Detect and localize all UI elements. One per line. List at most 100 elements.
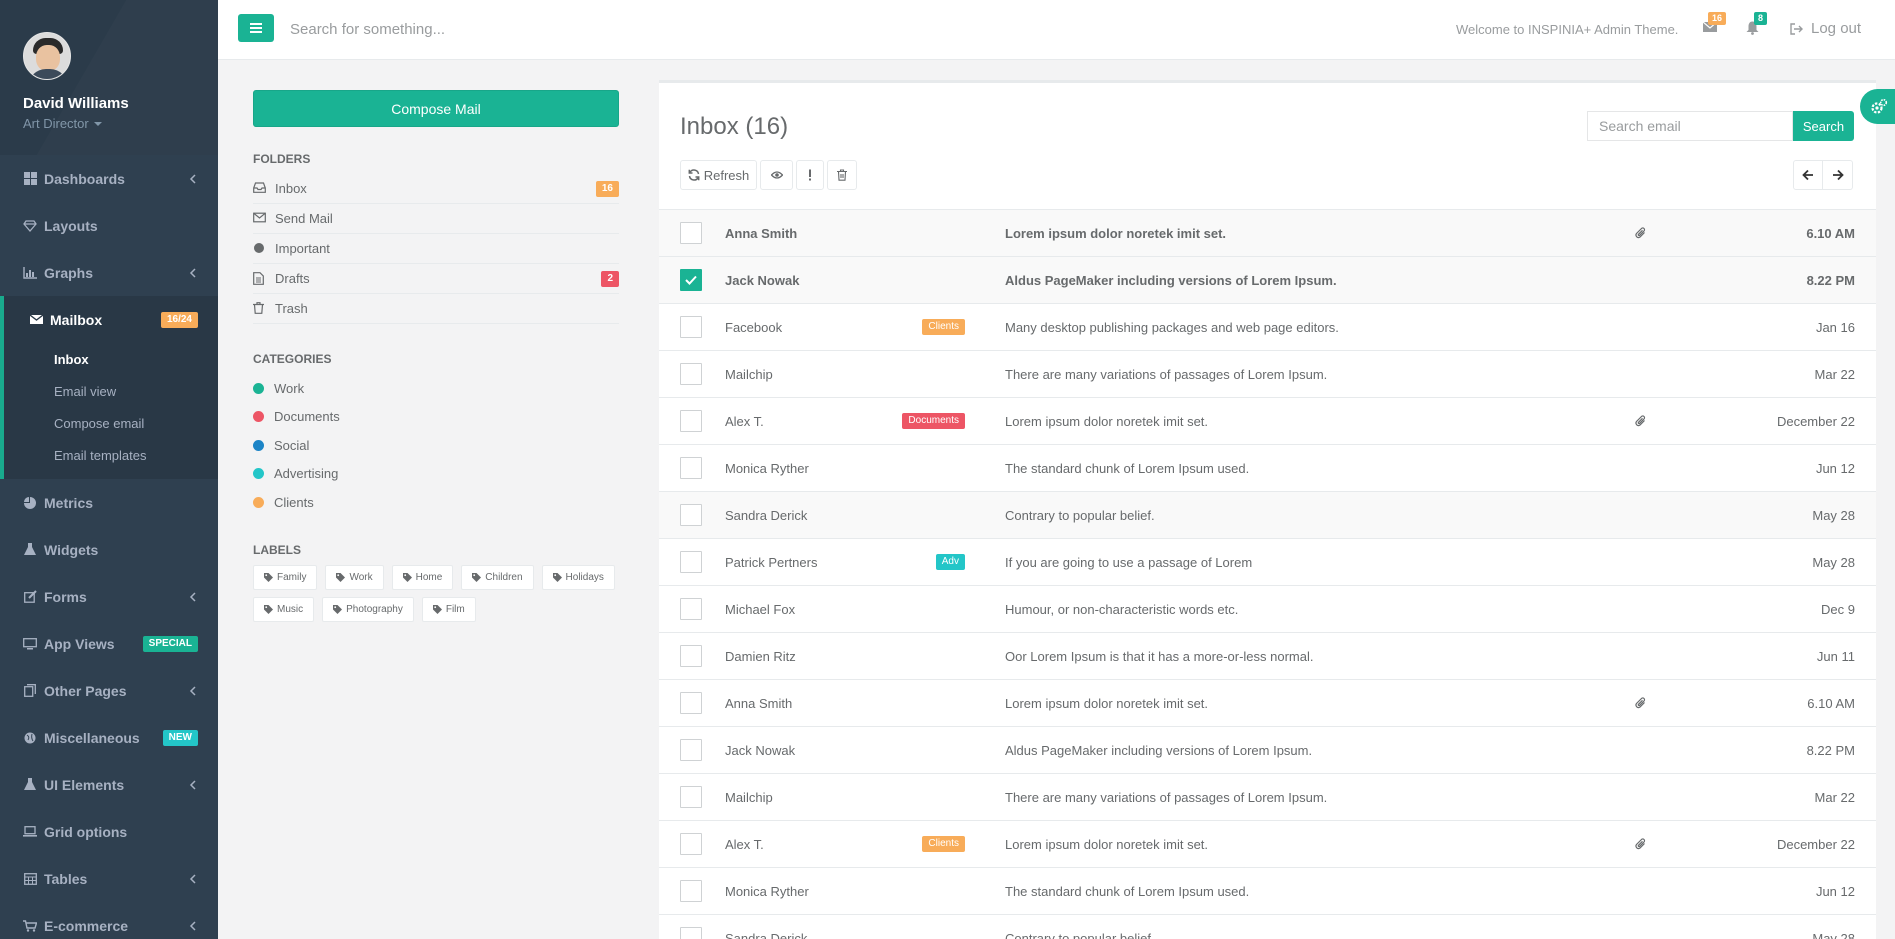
email-subject[interactable]: Aldus PageMaker including versions of Lo… [1005, 273, 1337, 288]
email-subject[interactable]: Lorem ipsum dolor noretek imit set. [1005, 414, 1208, 429]
top-search-input[interactable] [290, 16, 690, 42]
logout-link[interactable]: Log out [1790, 20, 1861, 37]
nav-item-mailbox[interactable]: Mailbox 16/24 [4, 296, 218, 343]
email-subject[interactable]: Contrary to popular belief. [1005, 508, 1155, 523]
email-row[interactable]: Monica Ryther The standard chunk of Lorem… [659, 445, 1876, 492]
folder-drafts[interactable]: Drafts 2 [253, 264, 619, 294]
email-select-checkbox[interactable] [680, 786, 702, 808]
nav-item-grid-options[interactable]: Grid options [0, 808, 218, 855]
toggle-sidebar-button[interactable] [238, 14, 274, 42]
email-select-checkbox[interactable] [680, 692, 702, 714]
folder-trash[interactable]: Trash [253, 294, 619, 324]
email-sender[interactable]: Jack Nowak [725, 743, 795, 758]
nav-item-layouts[interactable]: Layouts [0, 202, 218, 249]
email-row[interactable]: Alex T. Documents Lorem ipsum dolor norete… [659, 398, 1876, 445]
email-row[interactable]: Mailchip There are many variations of pas… [659, 774, 1876, 821]
email-subject[interactable]: Lorem ipsum dolor noretek imit set. [1005, 837, 1208, 852]
email-select-checkbox[interactable] [680, 222, 702, 244]
label-holidays[interactable]: Holidays [541, 564, 615, 590]
email-select-checkbox[interactable] [680, 927, 702, 939]
email-sender[interactable]: Alex T. [725, 414, 764, 429]
email-sender[interactable]: Anna Smith [725, 696, 792, 711]
email-sender[interactable]: Damien Ritz [725, 649, 796, 664]
label-children[interactable]: Children [461, 564, 534, 590]
email-subject[interactable]: If you are going to use a passage of Lor… [1005, 555, 1252, 570]
label-photography[interactable]: Photography [322, 596, 414, 622]
nav-item-graphs[interactable]: Graphs [0, 249, 218, 296]
email-sender[interactable]: Jack Nowak [725, 273, 799, 288]
email-subject[interactable]: Many desktop publishing packages and web… [1005, 320, 1339, 335]
email-subject[interactable]: The standard chunk of Lorem Ipsum used. [1005, 461, 1249, 476]
email-sender[interactable]: Michael Fox [725, 602, 795, 617]
profile-role-dropdown[interactable]: Art Director [23, 116, 218, 131]
email-row[interactable]: Mailchip There are many variations of pas… [659, 351, 1876, 398]
label-music[interactable]: Music [253, 596, 315, 622]
email-sender[interactable]: Monica Ryther [725, 884, 809, 899]
nav-item-metrics[interactable]: Metrics [0, 479, 218, 526]
nav-item-dashboards[interactable]: Dashboards [0, 155, 218, 202]
email-row[interactable]: Michael Fox Humour, or non-characteristic… [659, 586, 1876, 633]
email-row[interactable]: Patrick Pertners Adv If you are going to u… [659, 539, 1876, 586]
email-sender[interactable]: Mailchip [725, 367, 773, 382]
email-sender[interactable]: Sandra Derick [725, 508, 807, 523]
email-sender[interactable]: Patrick Pertners [725, 555, 817, 570]
category-social[interactable]: Social [253, 431, 619, 460]
nav-item-app-views[interactable]: App Views SPECIAL [0, 620, 218, 667]
nav-item-widgets[interactable]: Widgets [0, 526, 218, 573]
category-documents[interactable]: Documents [253, 403, 619, 432]
email-subject[interactable]: There are many variations of passages of… [1005, 790, 1327, 805]
submenu-item-compose-email[interactable]: Compose email [4, 407, 218, 439]
category-clients[interactable]: Clients [253, 488, 619, 517]
email-select-checkbox[interactable] [680, 833, 702, 855]
refresh-button[interactable]: Refresh [680, 160, 757, 190]
email-subject[interactable]: The standard chunk of Lorem Ipsum used. [1005, 884, 1249, 899]
email-sender[interactable]: Monica Ryther [725, 461, 809, 476]
email-sender[interactable]: Sandra Derick [725, 931, 807, 939]
email-search-button[interactable]: Search [1793, 111, 1854, 141]
label-work[interactable]: Work [325, 564, 384, 590]
folder-send-mail[interactable]: Send Mail [253, 204, 619, 234]
email-row[interactable]: Alex T. Clients Lorem ipsum dolor noretek … [659, 821, 1876, 868]
email-select-checkbox[interactable] [680, 880, 702, 902]
email-row[interactable]: Monica Ryther The standard chunk of Lorem… [659, 868, 1876, 915]
nav-item-tables[interactable]: Tables [0, 855, 218, 902]
email-row[interactable]: Anna Smith Lorem ipsum dolor noretek imit… [659, 210, 1876, 257]
email-select-checkbox[interactable] [680, 457, 702, 479]
email-row[interactable]: Damien Ritz Oor Lorem Ipsum is that it ha… [659, 633, 1876, 680]
delete-button[interactable] [827, 160, 857, 190]
submenu-item-email-templates[interactable]: Email templates [4, 439, 218, 471]
nav-item-other-pages[interactable]: Other Pages [0, 667, 218, 714]
mark-read-button[interactable] [760, 160, 793, 190]
email-select-checkbox[interactable] [680, 645, 702, 667]
prev-page-button[interactable] [1793, 160, 1823, 190]
avatar[interactable] [23, 32, 71, 80]
nav-item-forms[interactable]: Forms [0, 573, 218, 620]
email-select-checkbox[interactable] [680, 551, 702, 573]
nav-item-ecommerce[interactable]: E-commerce [0, 902, 218, 939]
label-home[interactable]: Home [391, 564, 454, 590]
submenu-item-inbox[interactable]: Inbox [4, 343, 218, 375]
email-subject[interactable]: Lorem ipsum dolor noretek imit set. [1005, 696, 1208, 711]
theme-settings-button[interactable] [1860, 89, 1895, 124]
email-subject[interactable]: There are many variations of passages of… [1005, 367, 1327, 382]
next-page-button[interactable] [1823, 160, 1853, 190]
email-select-checkbox[interactable] [680, 269, 702, 291]
submenu-item-email-view[interactable]: Email view [4, 375, 218, 407]
category-advertising[interactable]: Advertising [253, 460, 619, 489]
email-row[interactable]: Sandra Derick Contrary to popular belief.… [659, 915, 1876, 939]
folder-important[interactable]: Important [253, 234, 619, 264]
mark-important-button[interactable] [796, 160, 824, 190]
email-sender[interactable]: Mailchip [725, 790, 773, 805]
email-sender[interactable]: Facebook [725, 320, 782, 335]
nav-item-ui-elements[interactable]: UI Elements [0, 761, 218, 808]
email-sender[interactable]: Anna Smith [725, 226, 797, 241]
email-select-checkbox[interactable] [680, 598, 702, 620]
folder-inbox[interactable]: Inbox 16 [253, 174, 619, 204]
email-select-checkbox[interactable] [680, 504, 702, 526]
email-select-checkbox[interactable] [680, 410, 702, 432]
email-search-input[interactable] [1587, 111, 1793, 141]
email-select-checkbox[interactable] [680, 363, 702, 385]
email-select-checkbox[interactable] [680, 316, 702, 338]
email-sender[interactable]: Alex T. [725, 837, 764, 852]
label-film[interactable]: Film [421, 596, 476, 622]
